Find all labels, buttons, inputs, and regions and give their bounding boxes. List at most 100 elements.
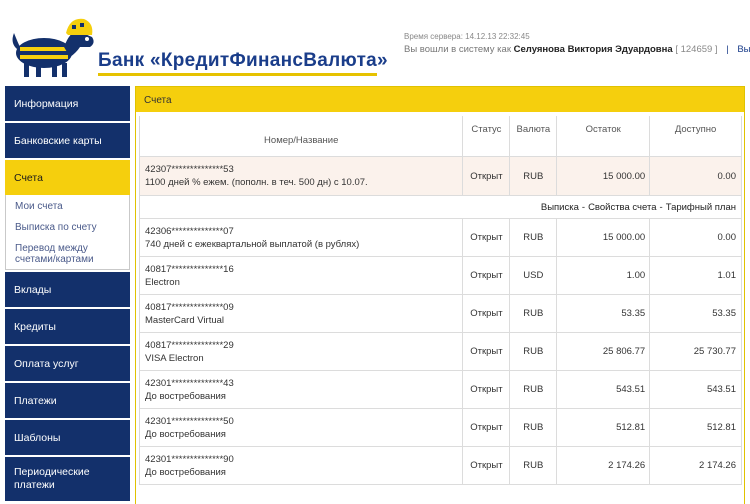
bank-name: Банк «КредитФинансВалюта» bbox=[98, 50, 388, 71]
col-available-header: Доступно bbox=[650, 116, 742, 156]
account-number: 42306**************07 bbox=[145, 225, 234, 237]
account-balance: 25 806.77 bbox=[557, 333, 651, 370]
table-row[interactable]: 40817**************09 MasterCard Virtual… bbox=[140, 295, 742, 333]
nav-info-label: Информация bbox=[14, 97, 79, 110]
table-row[interactable]: 40817**************16 Electron Открыт US… bbox=[140, 257, 742, 295]
nav-templates-label: Шаблоны bbox=[14, 431, 61, 444]
table-row[interactable]: 40817**************29 VISA Electron Откр… bbox=[140, 333, 742, 371]
account-balance: 15 000.00 bbox=[557, 157, 651, 195]
sidebar: Информация Банковские карты Счета Мои сч… bbox=[5, 86, 130, 503]
nav-accounts-label: Счета bbox=[14, 171, 43, 184]
table-row[interactable]: 42306**************07 740 дней с ежеквар… bbox=[140, 219, 742, 257]
statement-link[interactable]: Выписка bbox=[541, 202, 579, 213]
submenu-transfer[interactable]: Перевод между счетами/картами bbox=[15, 243, 129, 265]
table-header: Номер/Название Статус Валюта Остаток Дос… bbox=[140, 116, 742, 157]
tariff-plan-link[interactable]: Тарифный план bbox=[666, 202, 736, 213]
col-currency-header: Валюта bbox=[510, 116, 558, 156]
account-available: 53.35 bbox=[650, 295, 742, 332]
nav-periodic-payments[interactable]: Периодические платежи bbox=[5, 457, 130, 501]
submenu-statement[interactable]: Выписка по счету bbox=[15, 222, 129, 233]
col-status-header: Статус bbox=[463, 116, 511, 156]
header: Банк «КредитФинансВалюта» Время сервера:… bbox=[0, 0, 750, 84]
account-number: 40817**************16 bbox=[145, 263, 234, 275]
header-separator: | bbox=[726, 44, 729, 55]
nav-services-payment[interactable]: Оплата услуг bbox=[5, 346, 130, 381]
panel-title: Счета bbox=[136, 87, 744, 112]
accounts-table: Номер/Название Статус Валюта Остаток Дос… bbox=[139, 116, 742, 485]
account-status: Открыт bbox=[463, 371, 511, 408]
col-balance-header: Остаток bbox=[557, 116, 651, 156]
user-id: [ 124659 ] bbox=[675, 44, 718, 55]
col-name-header: Номер/Название bbox=[140, 116, 464, 156]
nav-payments-label: Платежи bbox=[14, 394, 57, 407]
account-currency: RUB bbox=[510, 371, 558, 408]
account-number: 42301**************50 bbox=[145, 415, 234, 427]
nav-deposits[interactable]: Вклады bbox=[5, 272, 130, 307]
logged-in-prefix: Вы вошли в систему как bbox=[404, 44, 511, 55]
nav-credits[interactable]: Кредиты bbox=[5, 309, 130, 344]
account-currency: RUB bbox=[510, 409, 558, 446]
table-row[interactable]: 42307**************53 1100 дней % ежем. … bbox=[140, 157, 742, 196]
nav-deposits-label: Вклады bbox=[14, 283, 52, 296]
nav-credits-label: Кредиты bbox=[14, 320, 56, 333]
account-name: До востребования bbox=[145, 466, 226, 478]
bank-logo-horse-icon bbox=[12, 18, 94, 77]
account-cell: 42301**************90 До востребования bbox=[140, 447, 464, 484]
account-available: 0.00 bbox=[650, 219, 742, 256]
nav-bank-cards[interactable]: Банковские карты bbox=[5, 123, 130, 158]
account-currency: RUB bbox=[510, 447, 558, 484]
account-number: 42307**************53 bbox=[145, 164, 234, 175]
server-time: Время сервера: 14.12.13 22:32:45 bbox=[404, 32, 530, 41]
account-status: Открыт bbox=[463, 219, 511, 256]
account-number: 42301**************90 bbox=[145, 453, 234, 465]
link-separator: - bbox=[581, 201, 586, 213]
account-name: 1100 дней % ежем. (пополн. в теч. 500 дн… bbox=[145, 177, 368, 188]
table-row[interactable]: 42301**************90 До востребования О… bbox=[140, 447, 742, 485]
table-row[interactable]: 42301**************50 До востребования О… bbox=[140, 409, 742, 447]
account-currency: RUB bbox=[510, 295, 558, 332]
account-name: 740 дней с ежеквартальной выплатой (в ру… bbox=[145, 238, 360, 250]
account-status: Открыт bbox=[463, 447, 511, 484]
nav-payments[interactable]: Платежи bbox=[5, 383, 130, 418]
nav-accounts[interactable]: Счета bbox=[5, 160, 130, 195]
user-info: Вы вошли в систему как Селуянова Виктори… bbox=[404, 44, 750, 55]
account-available: 512.81 bbox=[650, 409, 742, 446]
account-cell: 42301**************50 До востребования bbox=[140, 409, 464, 446]
account-available: 543.51 bbox=[650, 371, 742, 408]
account-name: До востребования bbox=[145, 390, 226, 402]
bank-name-underline bbox=[98, 73, 377, 76]
account-cell: 40817**************29 VISA Electron bbox=[140, 333, 464, 370]
account-currency: USD bbox=[510, 257, 558, 294]
account-name: VISA Electron bbox=[145, 352, 204, 364]
account-properties-link[interactable]: Свойства счета bbox=[588, 202, 656, 213]
account-name: MasterCard Virtual bbox=[145, 314, 225, 326]
account-available: 2 174.26 bbox=[650, 447, 742, 484]
account-cell: 40817**************16 Electron bbox=[140, 257, 464, 294]
user-name: Селуянова Виктория Эдуардовна bbox=[513, 44, 673, 55]
account-status: Открыт bbox=[463, 409, 511, 446]
account-currency: RUB bbox=[510, 157, 558, 195]
account-balance: 512.81 bbox=[557, 409, 651, 446]
account-number: 42301**************43 bbox=[145, 377, 234, 389]
table-row[interactable]: 42301**************43 До востребования О… bbox=[140, 371, 742, 409]
account-cell: 40817**************09 MasterCard Virtual bbox=[140, 295, 464, 332]
account-available: 1.01 bbox=[650, 257, 742, 294]
account-status: Открыт bbox=[463, 295, 511, 332]
account-name: Electron bbox=[145, 276, 180, 288]
nav-bank-cards-label: Банковские карты bbox=[14, 134, 102, 147]
link-separator: - bbox=[659, 201, 663, 213]
submenu-my-accounts[interactable]: Мои счета bbox=[15, 201, 129, 212]
nav-templates[interactable]: Шаблоны bbox=[5, 420, 130, 455]
nav-info[interactable]: Информация bbox=[5, 86, 130, 121]
accounts-panel: Счета Номер/Название Статус Валюта Остат… bbox=[135, 86, 745, 504]
account-cell: 42307**************53 1100 дней % ежем. … bbox=[140, 157, 464, 195]
account-balance: 2 174.26 bbox=[557, 447, 651, 484]
logout-link[interactable]: Выйти bbox=[737, 44, 750, 55]
account-available: 25 730.77 bbox=[650, 333, 742, 370]
account-balance: 1.00 bbox=[557, 257, 651, 294]
account-name: До востребования bbox=[145, 428, 226, 440]
account-balance: 543.51 bbox=[557, 371, 651, 408]
account-currency: RUB bbox=[510, 333, 558, 370]
account-number: 40817**************09 bbox=[145, 301, 234, 313]
account-currency: RUB bbox=[510, 219, 558, 256]
